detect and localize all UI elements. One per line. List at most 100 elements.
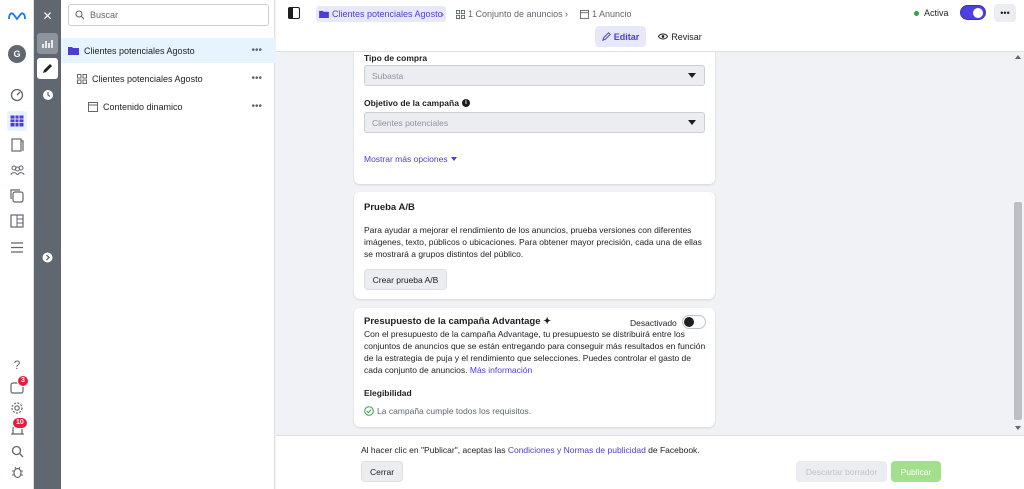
tree-item-label: Contenido dinamico	[103, 101, 183, 112]
editor-tool-strip: ✕	[34, 0, 61, 489]
ad-icon	[88, 101, 98, 112]
audiences-icon[interactable]	[7, 160, 27, 180]
ab-test-card: Prueba A/B Para ayudar a mejorar el rend…	[354, 192, 715, 299]
more-options-icon[interactable]: •••	[251, 45, 262, 56]
advantage-budget-toggle[interactable]	[682, 315, 706, 329]
campaign-details-card: Tipo de compra Subasta Objetivo de la ca…	[354, 52, 715, 184]
tree-item-ad[interactable]: Contenido dinamico •••	[61, 94, 275, 119]
editor-top-bar: Clientes potenciales Agosto › 1 Conjunto…	[276, 0, 1024, 52]
publish-button[interactable]: Publicar	[891, 461, 941, 482]
pencil-icon	[601, 32, 611, 41]
notifications-icon[interactable]: 3	[7, 375, 29, 397]
budget-description-line: cada conjunto de anuncios. Más informaci…	[364, 365, 533, 375]
check-circle-icon	[364, 406, 374, 416]
editor-footer: Al hacer clic en "Publicar", aceptas las…	[276, 435, 1024, 489]
campaign-tree-panel: Buscar Clientes potenciales Agosto ••• C…	[61, 0, 275, 489]
eligibility-label: Elegibilidad	[364, 388, 412, 398]
toggle-knob	[684, 317, 694, 327]
toggle-sidebar-icon[interactable]	[287, 6, 302, 21]
scrollbar-thumb[interactable]	[1014, 202, 1022, 420]
close-icon[interactable]: ✕	[37, 5, 58, 26]
scroll-down-arrow-icon[interactable]	[1015, 426, 1021, 430]
advantage-sparkle-icon: ✦	[543, 316, 552, 327]
status-label: Activa	[924, 8, 949, 18]
tree-item-campaign[interactable]: Clientes potenciales Agosto •••	[61, 38, 275, 63]
settings-gear-icon[interactable]	[7, 398, 27, 418]
dashboard-icon[interactable]	[7, 85, 27, 105]
alerts-badge: 10	[12, 417, 28, 429]
chevron-down-icon	[450, 157, 457, 161]
budget-description-line: Con el presupuesto de la campaña Advanta…	[364, 329, 685, 339]
edit-pencil-icon[interactable]	[37, 58, 58, 79]
search-icon	[75, 10, 85, 20]
tree-item-label: Clientes potenciales Agosto	[92, 73, 203, 84]
search-placeholder: Buscar	[90, 10, 119, 20]
reporting-chart-icon[interactable]	[37, 33, 58, 54]
eye-icon	[658, 33, 669, 40]
more-info-link[interactable]: Más información	[470, 365, 532, 375]
status-dot	[914, 11, 919, 16]
budget-toggle-label: Desactivado	[630, 318, 677, 328]
terms-link[interactable]: Condiciones y Normas de publicidad	[508, 445, 646, 455]
more-options-icon[interactable]: •••	[251, 73, 262, 84]
ad-icon	[580, 9, 589, 19]
search-icon[interactable]	[7, 441, 27, 461]
advantage-budget-title: Presupuesto de la campaña Advantage ✦	[364, 316, 552, 327]
notifications-badge: 3	[17, 375, 29, 387]
review-tab[interactable]: Revisar	[656, 26, 704, 47]
breadcrumb-separator: ›	[565, 9, 568, 19]
toggle-knob	[973, 8, 983, 18]
catalog-icon[interactable]	[7, 211, 27, 231]
close-button[interactable]: Cerrar	[361, 461, 403, 482]
purchase-type-label: Tipo de compra	[364, 53, 428, 63]
ab-test-title: Prueba A/B	[364, 202, 415, 213]
expand-panel-icon[interactable]	[37, 247, 58, 268]
alerts-bell-icon[interactable]: 10	[7, 417, 28, 440]
global-nav-rail: G ? 3 10	[0, 0, 34, 489]
more-options-icon[interactable]: •••	[251, 101, 262, 112]
objective-select[interactable]: Clientes potenciales	[364, 112, 705, 133]
account-avatar[interactable]: G	[7, 44, 27, 64]
assets-library-icon[interactable]	[7, 186, 27, 206]
folder-icon	[68, 47, 79, 55]
show-more-options-link[interactable]: Mostrar más opciones	[364, 154, 457, 164]
history-clock-icon[interactable]	[37, 84, 58, 105]
breadcrumb-ad[interactable]: 1 Anuncio	[580, 6, 632, 22]
adset-grid-icon	[456, 9, 465, 19]
campaigns-table-icon[interactable]	[7, 111, 27, 131]
campaign-editor-content: Tipo de compra Subasta Objetivo de la ca…	[276, 52, 1012, 435]
breadcrumb-adset[interactable]: 1 Conjunto de anuncios	[456, 6, 563, 22]
budget-description-line: de la estrategia de puja y el rendimient…	[364, 353, 691, 363]
meta-logo-icon[interactable]	[7, 6, 27, 26]
search-input[interactable]: Buscar	[68, 4, 269, 26]
discard-draft-button[interactable]: Descartar borrador	[796, 461, 887, 482]
ab-test-description-line: se mostrará a grupos distintos del públi…	[364, 249, 524, 259]
create-ab-test-button[interactable]: Crear prueba A/B	[364, 269, 447, 290]
tree-item-label: Clientes potenciales Agosto	[84, 45, 195, 56]
purchase-type-select[interactable]: Subasta	[364, 65, 705, 86]
eligibility-status: La campaña cumple todos los requisitos.	[364, 406, 531, 416]
objective-label: Objetivo de la campaña i	[364, 98, 470, 108]
breadcrumb-separator: ›	[441, 9, 444, 19]
help-icon[interactable]: ?	[7, 355, 27, 375]
chevron-down-icon	[688, 73, 696, 78]
advantage-budget-card: Presupuesto de la campaña Advantage ✦ De…	[354, 308, 715, 427]
campaign-on-off-toggle[interactable]	[960, 5, 986, 20]
all-tools-menu-icon[interactable]	[7, 237, 27, 257]
budget-description-line: conjuntos de anuncios que se están entre…	[364, 341, 706, 351]
edit-tab[interactable]: Editar	[595, 26, 646, 47]
folder-icon	[319, 10, 329, 18]
pages-icon[interactable]	[7, 135, 27, 155]
chevron-down-icon	[688, 120, 696, 125]
info-icon[interactable]: i	[461, 99, 470, 107]
bug-report-icon[interactable]	[7, 462, 27, 482]
breadcrumb-campaign[interactable]: Clientes potenciales Agosto	[316, 6, 446, 22]
adset-grid-icon	[77, 73, 87, 84]
content-scrollbar[interactable]	[1012, 52, 1024, 435]
ab-test-description-line: Para ayudar a mejorar el rendimiento de …	[364, 225, 692, 235]
publish-terms-text: Al hacer clic en "Publicar", aceptas las…	[361, 445, 700, 455]
ab-test-description-line: imágenes, texto, públicos o ubicaciones.…	[364, 237, 702, 247]
tree-item-adset[interactable]: Clientes potenciales Agosto •••	[61, 66, 275, 91]
scroll-up-arrow-icon[interactable]	[1015, 55, 1021, 59]
more-actions-button[interactable]: •••	[994, 4, 1016, 22]
